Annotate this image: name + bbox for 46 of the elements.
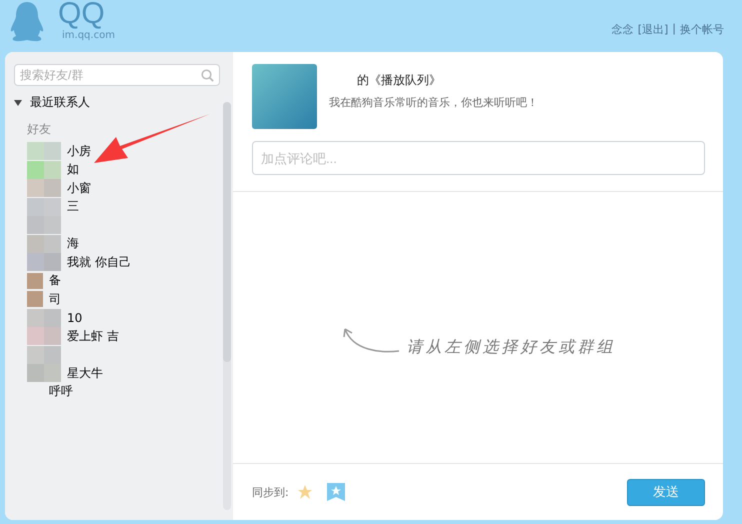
search-icon [201,69,214,82]
scrollbar[interactable] [223,102,231,510]
pixelated-blur-drawing [27,364,61,382]
pixelated-blur-drawing [27,198,61,216]
photo-placeholder [27,272,43,289]
contact-item[interactable]: 星大牛 [27,364,223,382]
search-field[interactable]: 搜索好友/群 [14,64,220,86]
contact-item[interactable]: 呼呼 [27,382,223,401]
playlist-title[interactable]: 的《播放队列》 [329,72,538,89]
contact-item[interactable]: 备 [27,272,223,290]
pixelated-blur-drawing [27,253,61,272]
album-cover-placeholder [252,64,317,129]
group-label: 好友 [27,121,52,138]
bookmark-star-icon[interactable] [326,483,345,501]
caret-icon [14,100,22,106]
contact-item[interactable]: 三 [27,198,223,216]
switch-account-link[interactable]: 换个帐号 [680,22,724,37]
separator-text: | [672,22,676,37]
share-text: 我在酷狗音乐常听的音乐，你也来听听吧！ [329,95,538,110]
photo-placeholder [27,291,43,308]
pixelated-blur-drawing [27,234,61,253]
contact-item[interactable]: 司 [27,290,223,308]
pixelated-blur-drawing [27,179,61,198]
select-contact-hint: 请从左侧选择好友或群组 [406,337,616,358]
pixelated-blur-drawing [27,216,61,234]
pixelated-blur-drawing [27,308,61,327]
recent-contacts-section[interactable]: 最近联系人 [14,94,223,111]
logo-text: QQ [58,0,106,28]
contact-item[interactable]: 小房 [27,142,223,160]
sync-label: 同步到: [252,484,289,500]
star-icon[interactable] [296,484,313,500]
pixelated-blur-drawing [27,327,61,346]
contact-item[interactable]: 我就 你自己 [27,253,223,272]
contact-item[interactable]: 爱上虾 吉 [27,327,223,346]
pixelated-blur-drawing [27,346,61,364]
contact-item[interactable]: 海 [27,234,223,253]
contact-item[interactable]: 10 [27,308,223,327]
logout-link[interactable]: [退出] [638,22,668,37]
contact-item[interactable]: 如 [27,160,223,179]
logo-domain: im.qq.com [62,30,115,41]
pixelated-blur-drawing [27,160,61,179]
pixelated-blur-drawing [27,142,61,160]
penguin-logo-icon [8,0,46,42]
contact-item[interactable]: 小窗 [27,179,223,198]
comment-field[interactable]: 加点评论吧... [252,141,705,175]
user-name-link[interactable]: 念念 [612,22,634,37]
